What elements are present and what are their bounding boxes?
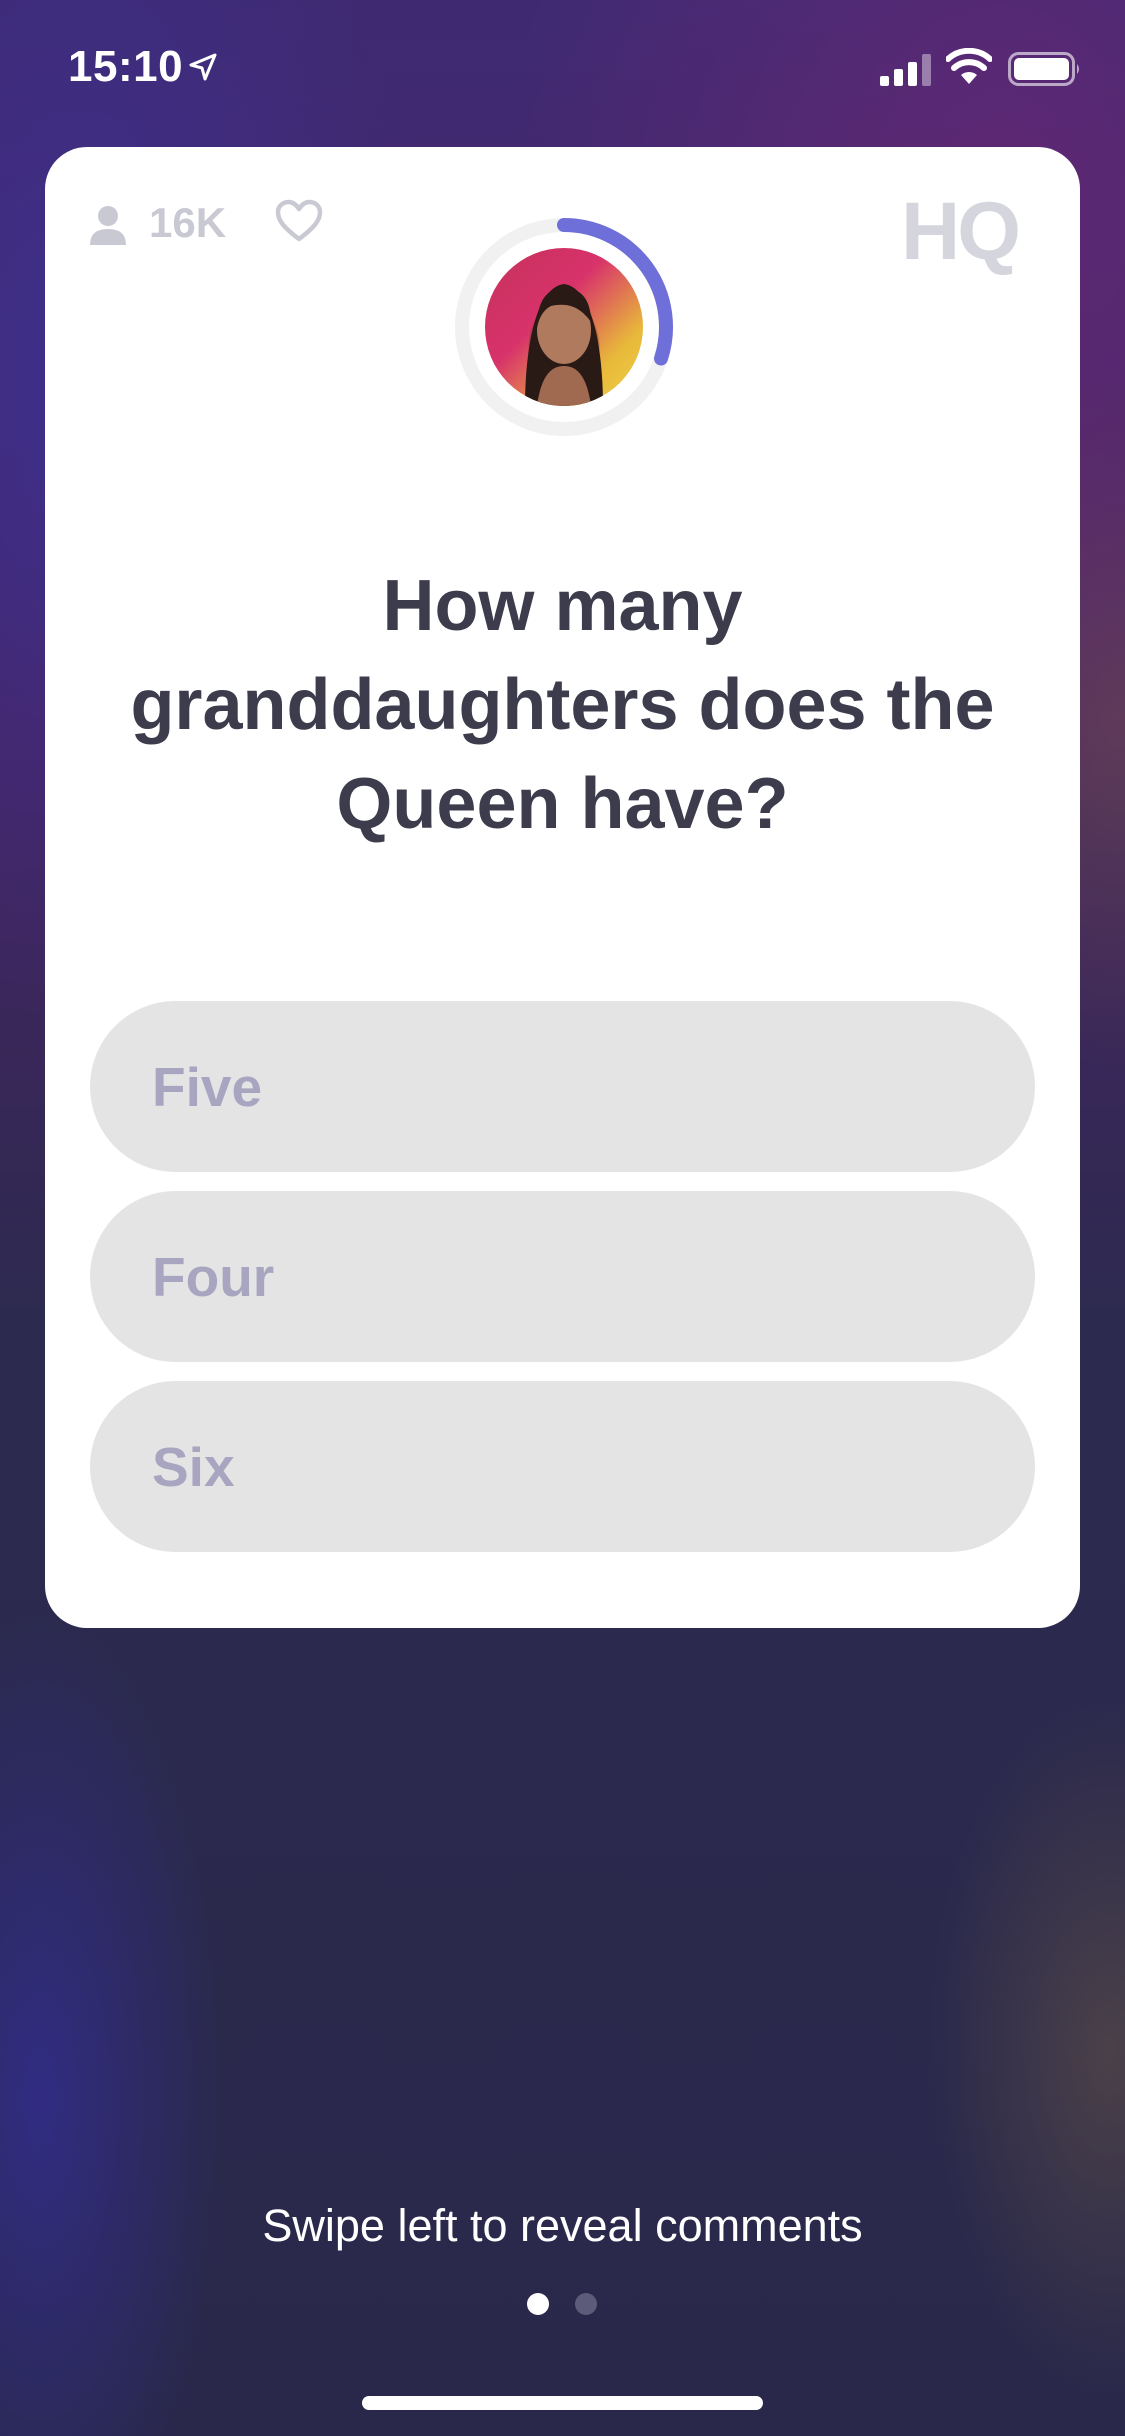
question-card: 16K HQ How many granddaughters does the …	[45, 147, 1080, 1628]
home-indicator[interactable]	[362, 2396, 763, 2410]
answer-option-1[interactable]: Five	[90, 1001, 1035, 1172]
answer-label: Six	[152, 1435, 235, 1498]
signal-icon	[880, 54, 931, 86]
answer-label: Five	[152, 1055, 263, 1118]
answer-option-3[interactable]: Six	[90, 1381, 1035, 1552]
answer-label: Four	[152, 1245, 275, 1308]
wifi-icon	[946, 48, 992, 84]
heart-icon[interactable]	[275, 199, 323, 243]
swipe-hint: Swipe left to reveal comments	[262, 2200, 863, 2251]
person-icon	[90, 206, 126, 245]
page-dot-inactive[interactable]	[575, 2293, 597, 2315]
answer-option-2[interactable]: Four	[90, 1191, 1035, 1362]
location-arrow-icon	[189, 53, 217, 81]
hq-logo: HQ	[901, 186, 1021, 277]
battery-icon	[1008, 52, 1079, 86]
status-time: 15:10	[68, 42, 184, 91]
host-avatar	[485, 248, 643, 406]
countdown-timer	[454, 217, 674, 437]
question-text: How many granddaughters does the Queen h…	[130, 566, 995, 844]
page-dot-active[interactable]	[527, 2293, 549, 2315]
viewer-count: 16K	[149, 199, 227, 246]
